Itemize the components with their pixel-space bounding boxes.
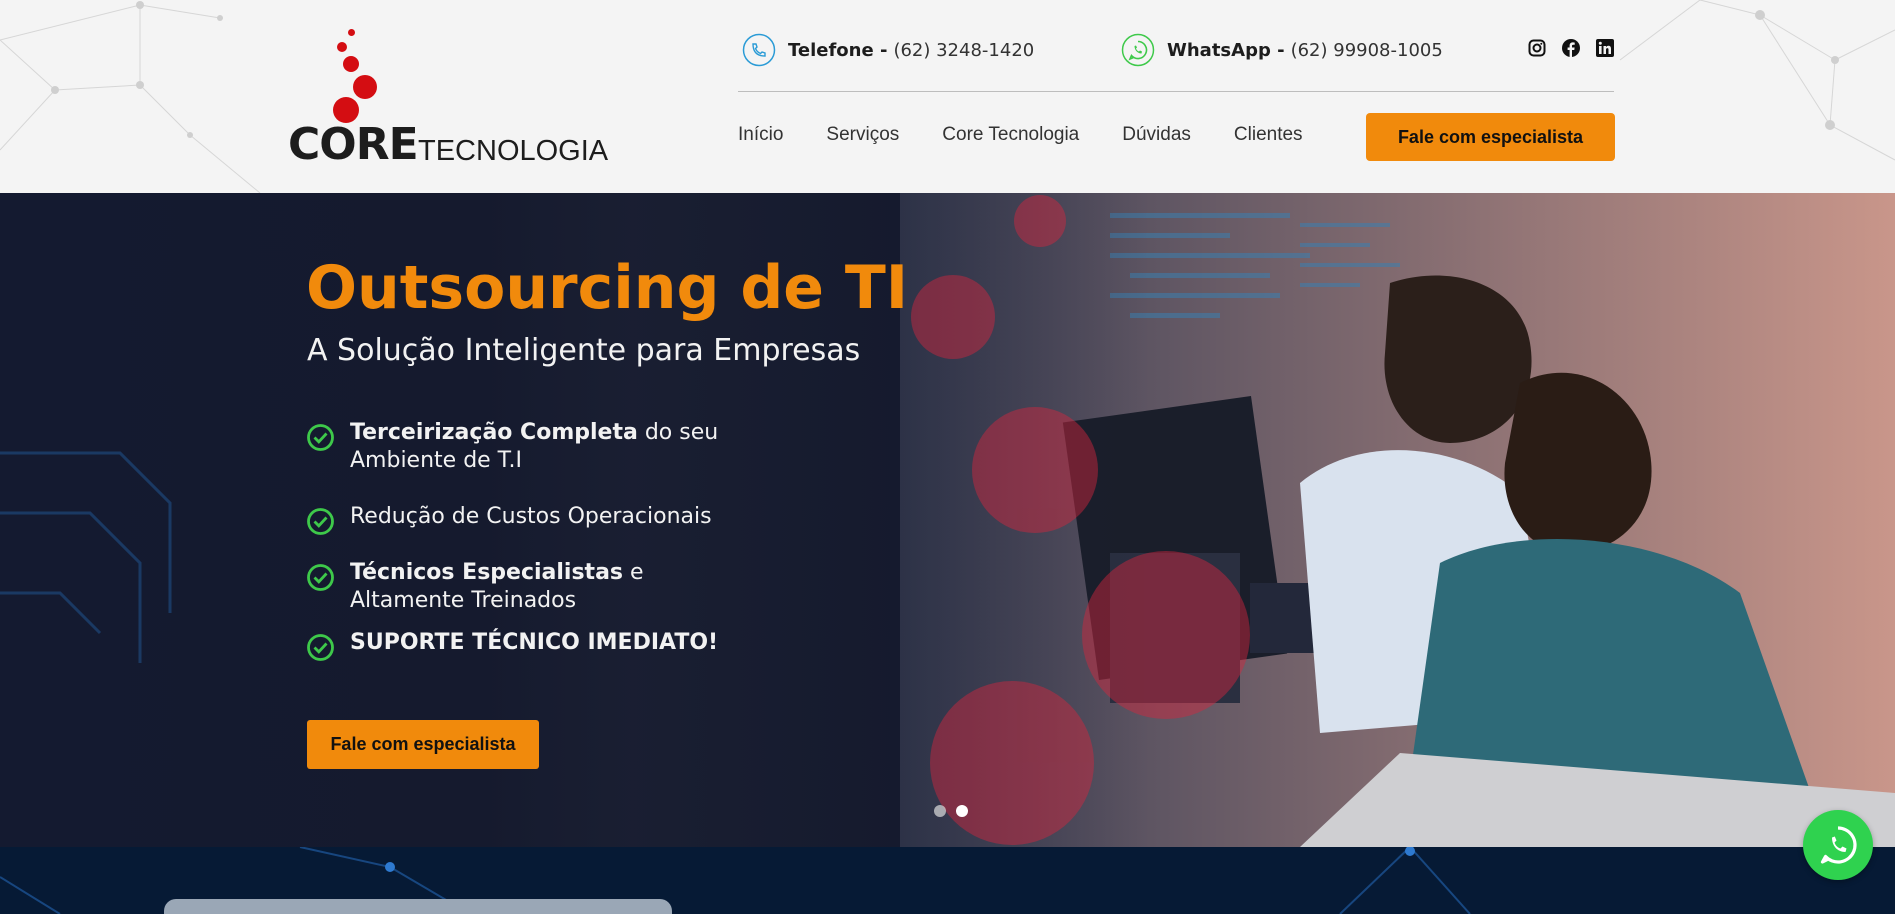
- hero-title: Outsourcing de TI: [306, 253, 909, 323]
- hero-slider: Outsourcing de TI A Solução Inteligente …: [0, 193, 1895, 847]
- check-circle-icon: [307, 508, 334, 535]
- phone-icon: [742, 33, 776, 67]
- site-header: CORE TECNOLOGIA Telefone - (62) 3248-142…: [0, 0, 1895, 193]
- list-item: Técnicos Especialistas e Altamente Treina…: [306, 559, 644, 615]
- nav-item-inicio[interactable]: Início: [738, 124, 783, 146]
- bullet-strong: Terceirização Completa: [350, 420, 638, 445]
- logo-dot: [337, 42, 347, 52]
- linkedin-icon[interactable]: [1596, 39, 1614, 57]
- whatsapp-number: (62) 99908-1005: [1290, 39, 1443, 61]
- phone-contact[interactable]: Telefone - (62) 3248-1420: [742, 33, 1035, 67]
- logo-dot: [353, 75, 377, 99]
- hero-subtitle: A Solução Inteligente para Empresas: [307, 333, 861, 368]
- whatsapp-contact[interactable]: WhatsApp - (62) 99908-1005: [1121, 33, 1443, 67]
- list-item: SUPORTE TÉCNICO IMEDIATO!: [306, 629, 718, 662]
- list-item: Terceirização Completa do seu Ambiente de…: [306, 419, 718, 475]
- nav-item-servicos[interactable]: Serviços: [826, 124, 899, 146]
- image-card: [164, 899, 672, 914]
- nav-item-core-tecnologia[interactable]: Core Tecnologia: [942, 124, 1079, 146]
- phone-label: Telefone -: [788, 39, 888, 61]
- logo-dot: [348, 29, 355, 36]
- main-nav: Início Serviços Core Tecnologia Dúvidas …: [738, 124, 1346, 146]
- header-contact-button[interactable]: Fale com especialista: [1366, 113, 1615, 161]
- nav-item-clientes[interactable]: Clientes: [1234, 124, 1303, 146]
- bullet-line2: Ambiente de T.I: [350, 448, 522, 473]
- instagram-icon[interactable]: [1528, 39, 1546, 57]
- nav-item-duvidas[interactable]: Dúvidas: [1122, 124, 1191, 146]
- hero-contact-button[interactable]: Fale com especialista: [307, 720, 539, 769]
- list-item: Redução de Custos Operacionais: [306, 503, 712, 536]
- bullet-text: Redução de Custos Operacionais: [350, 504, 712, 529]
- check-circle-icon: [307, 564, 334, 591]
- phone-number: (62) 3248-1420: [893, 39, 1035, 61]
- check-circle-icon: [307, 424, 334, 451]
- whatsapp-icon: [1121, 33, 1155, 67]
- next-section: [0, 847, 1895, 914]
- bullet-text: do seu: [637, 420, 719, 445]
- whatsapp-float-button[interactable]: [1803, 810, 1873, 880]
- slider-pagination: [934, 805, 968, 817]
- logo-dot: [343, 56, 359, 72]
- logo-subtitle: TECNOLOGIA: [418, 135, 609, 167]
- social-links: [1528, 39, 1614, 57]
- logo-word: CORE: [288, 119, 419, 170]
- bullet-strong: Técnicos Especialistas: [350, 560, 624, 585]
- slide-dot-active[interactable]: [956, 805, 968, 817]
- slide-dot[interactable]: [934, 805, 946, 817]
- bullet-line2: Altamente Treinados: [350, 588, 577, 613]
- hero-background-image: [0, 193, 1895, 847]
- core-tecnologia-logo[interactable]: CORE TECNOLOGIA: [285, 25, 615, 170]
- bullet-text: e: [623, 560, 644, 585]
- bullet-strong: SUPORTE TÉCNICO IMEDIATO!: [350, 630, 719, 655]
- check-circle-icon: [307, 634, 334, 661]
- facebook-icon[interactable]: [1562, 39, 1580, 57]
- header-divider: [738, 91, 1614, 92]
- whatsapp-label: WhatsApp -: [1167, 39, 1285, 61]
- whatsapp-icon: [1820, 826, 1857, 864]
